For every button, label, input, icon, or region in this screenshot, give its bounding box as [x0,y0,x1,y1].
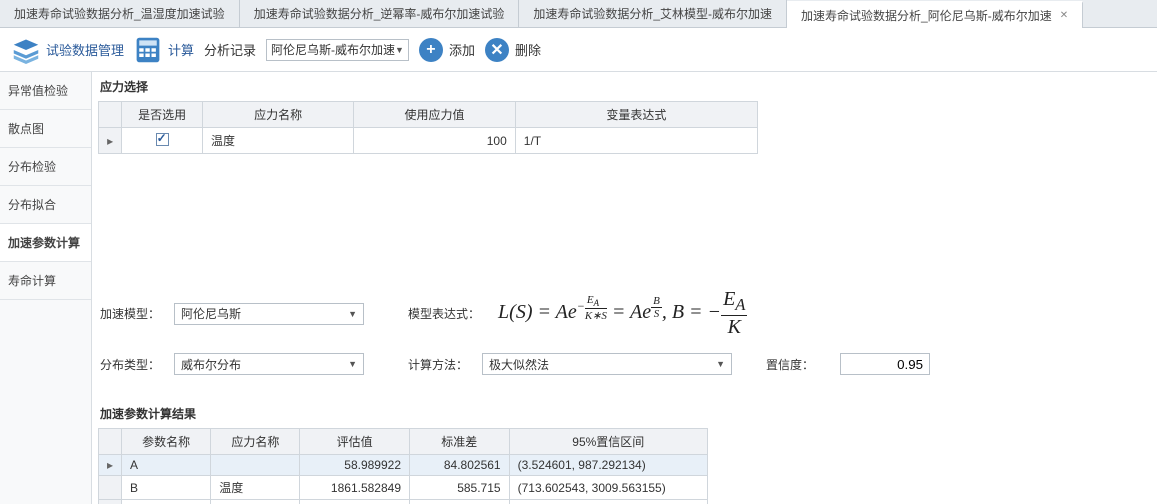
accel-model-label: 加速模型： [100,305,160,322]
sidebar-item-dist-fit[interactable]: 分布拟合 [0,186,91,224]
add-button[interactable]: + 添加 [419,38,475,62]
conf-input[interactable] [840,353,930,375]
method-select[interactable]: 极大似然法 ▼ [482,353,732,375]
sidebar-item-scatter[interactable]: 散点图 [0,110,91,148]
chevron-down-icon: ▼ [348,359,357,369]
table-row[interactable]: beta 4.291525 0.599572 (3.263545, 5.6433… [99,500,708,504]
col-sname[interactable]: 应力名称 [211,429,300,455]
method-label: 计算方法： [408,356,468,373]
cell-ci[interactable]: (3.263545, 5.643306) [509,500,707,504]
window-tab-label: 加速寿命试验数据分析_逆幂率-威布尔加速试验 [254,5,505,22]
cell-std[interactable]: 84.802561 [410,455,510,476]
sidebar-item-life-calc[interactable]: 寿命计算 [0,262,91,300]
window-tabs: 加速寿命试验数据分析_温湿度加速试验 加速寿命试验数据分析_逆幂率-威布尔加速试… [0,0,1157,28]
toolbar: 试验数据管理 计算 分析记录 阿伦尼乌斯-威布尔加速 ▼ + 添加 ✕ 删除 [0,28,1157,72]
cell-eval[interactable]: 4.291525 [300,500,410,504]
cell-eval[interactable]: 58.989922 [300,455,410,476]
accel-model-select[interactable]: 阿伦尼乌斯 ▼ [174,303,364,325]
conf-label: 置信度： [766,356,826,373]
sidebar-item-outlier[interactable]: 异常值检验 [0,72,91,110]
window-tab-0[interactable]: 加速寿命试验数据分析_温湿度加速试验 [0,0,240,27]
expr-label: 模型表达式： [408,305,480,322]
close-icon[interactable]: ✕ [1060,10,1068,21]
window-tab-label: 加速寿命试验数据分析_温湿度加速试验 [14,5,225,22]
cell-sname[interactable] [211,500,300,504]
result-table: 参数名称 应力名称 评估值 标准差 95%置信区间 ▸ A 58.989922 … [98,428,708,504]
layers-icon [12,36,40,64]
chevron-down-icon: ▼ [716,359,725,369]
checkbox[interactable] [156,133,169,146]
col-std[interactable]: 标准差 [410,429,510,455]
model-form: 加速模型： 阿伦尼乌斯 ▼ 模型表达式： L(S) = Ae−EAK∗S = A… [92,274,1157,399]
chevron-down-icon: ▼ [395,45,404,55]
data-mgmt-label: 试验数据管理 [46,40,124,59]
col-ci[interactable]: 95%置信区间 [509,429,707,455]
method-value: 极大似然法 [489,356,549,373]
formula-display: L(S) = Ae−EAK∗S = AeBS, B = −EAK [494,288,747,339]
table-row[interactable]: ▸ A 58.989922 84.802561 (3.524601, 987.2… [99,455,708,476]
cell-value[interactable]: 100 [354,128,515,154]
dist-select[interactable]: 威布尔分布 ▼ [174,353,364,375]
sidebar: 异常值检验 散点图 分布检验 分布拟合 加速参数计算 寿命计算 [0,72,92,504]
window-tab-1[interactable]: 加速寿命试验数据分析_逆幂率-威布尔加速试验 [240,0,520,27]
col-expr[interactable]: 变量表达式 [515,102,757,128]
sidebar-item-dist-test[interactable]: 分布检验 [0,148,91,186]
data-mgmt-button[interactable]: 试验数据管理 [12,36,124,64]
analysis-record-value: 阿伦尼乌斯-威布尔加速 [271,41,395,58]
col-selected[interactable]: 是否选用 [122,102,203,128]
x-icon: ✕ [485,38,509,62]
cell-sname[interactable] [211,455,300,476]
cell-std[interactable]: 0.599572 [410,500,510,504]
row-handle[interactable]: ▸ [99,128,122,154]
main-panel: 应力选择 是否选用 应力名称 使用应力值 变量表达式 ▸ 温度 100 1/T … [92,72,1157,504]
analysis-record-select[interactable]: 阿伦尼乌斯-威布尔加速 ▼ [266,39,409,61]
cell-name[interactable]: 温度 [202,128,353,154]
row-handle-header [99,429,122,455]
analysis-record-label: 分析记录 [204,40,256,59]
window-tab-2[interactable]: 加速寿命试验数据分析_艾林模型-威布尔加速 [519,0,787,27]
cell-pname[interactable]: A [122,455,211,476]
delete-label: 删除 [515,40,541,59]
compute-button[interactable]: 计算 [134,36,194,64]
row-handle[interactable]: ▸ [99,455,122,476]
stress-table: 是否选用 应力名称 使用应力值 变量表达式 ▸ 温度 100 1/T [98,101,758,154]
window-tab-label: 加速寿命试验数据分析_艾林模型-威布尔加速 [533,5,772,22]
result-section-title: 加速参数计算结果 [92,399,1157,428]
cell-std[interactable]: 585.715 [410,476,510,500]
cell-eval[interactable]: 1861.582849 [300,476,410,500]
row-handle[interactable] [99,476,122,500]
dist-value: 威布尔分布 [181,356,241,373]
calculator-icon [134,36,162,64]
col-value[interactable]: 使用应力值 [354,102,515,128]
col-pname[interactable]: 参数名称 [122,429,211,455]
cell-sname[interactable]: 温度 [211,476,300,500]
dist-label: 分布类型： [100,356,160,373]
sidebar-item-accel-params[interactable]: 加速参数计算 [0,224,91,262]
row-handle[interactable] [99,500,122,504]
col-eval[interactable]: 评估值 [300,429,410,455]
window-tab-label: 加速寿命试验数据分析_阿伦尼乌斯-威布尔加速 [801,7,1052,24]
cell-ci[interactable]: (713.602543, 3009.563155) [509,476,707,500]
delete-button[interactable]: ✕ 删除 [485,38,541,62]
col-name[interactable]: 应力名称 [202,102,353,128]
cell-ci[interactable]: (3.524601, 987.292134) [509,455,707,476]
stress-section-title: 应力选择 [92,72,1157,101]
table-row[interactable]: B 温度 1861.582849 585.715 (713.602543, 30… [99,476,708,500]
chevron-down-icon: ▼ [348,309,357,319]
plus-icon: + [419,38,443,62]
compute-label: 计算 [168,40,194,59]
add-label: 添加 [449,40,475,59]
window-tab-3[interactable]: 加速寿命试验数据分析_阿伦尼乌斯-威布尔加速 ✕ [787,1,1083,28]
cell-pname[interactable]: beta [122,500,211,504]
table-row[interactable]: ▸ 温度 100 1/T [99,128,758,154]
accel-model-value: 阿伦尼乌斯 [181,305,241,322]
cell-expr[interactable]: 1/T [515,128,757,154]
cell-pname[interactable]: B [122,476,211,500]
row-handle-header [99,102,122,128]
